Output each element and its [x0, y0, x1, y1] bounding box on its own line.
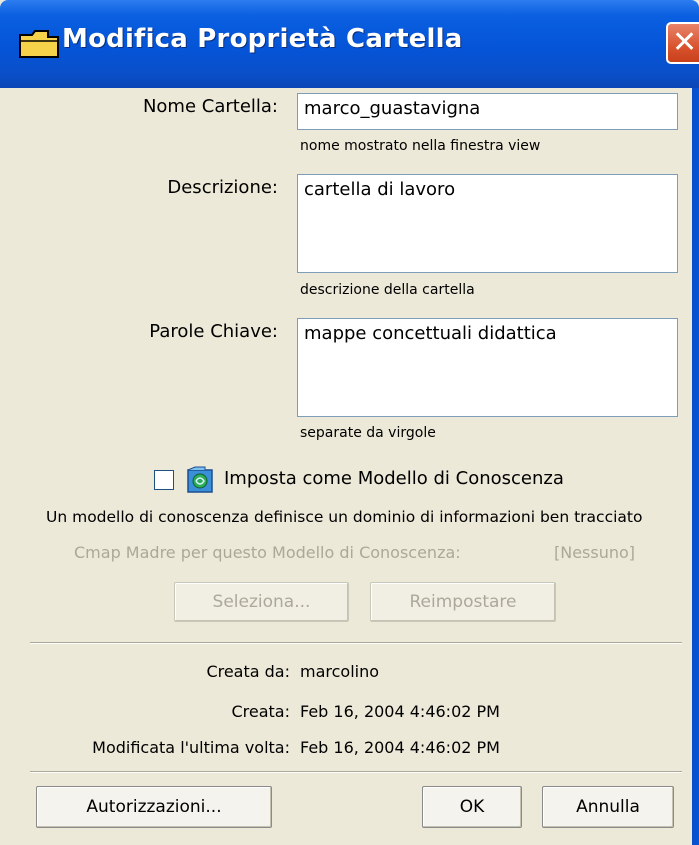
knowledge-model-checkbox[interactable]	[154, 470, 174, 490]
modified-label: Modificata l'ultima volta:	[92, 738, 290, 757]
folder-icon	[19, 30, 59, 58]
separator-bottom	[30, 771, 682, 773]
ok-button[interactable]: OK	[422, 786, 522, 828]
created-label: Creata:	[231, 702, 290, 721]
description-label: Descrizione:	[167, 177, 278, 198]
select-button[interactable]: Seleziona...	[174, 582, 349, 622]
knowledge-model-icon	[187, 466, 213, 493]
window-title: Modifica Proprietà Cartella	[62, 24, 463, 54]
name-hint: nome mostrato nella finestra view	[300, 138, 541, 154]
knowledge-model-description: Un modello di conoscenza definisce un do…	[46, 508, 643, 526]
parent-cmap-value: [Nessuno]	[554, 543, 636, 562]
description-hint: descrizione della cartella	[300, 282, 475, 298]
close-icon: ✕	[672, 25, 698, 60]
parent-cmap-label: Cmap Madre per questo Modello di Conosce…	[74, 543, 461, 562]
created-by-label: Creata da:	[206, 662, 290, 681]
name-label: Nome Cartella:	[142, 96, 278, 117]
separator-top	[30, 642, 682, 644]
folder-properties-dialog: Modifica Proprietà Cartella ✕ Nome Carte…	[0, 0, 699, 845]
name-input[interactable]: marco_guastavigna	[297, 93, 678, 130]
modified-value: Feb 16, 2004 4:46:02 PM	[300, 738, 500, 757]
created-value: Feb 16, 2004 4:46:02 PM	[300, 702, 500, 721]
reset-button[interactable]: Reimpostare	[370, 582, 556, 622]
keywords-textarea[interactable]: mappe concettuali didattica	[297, 318, 678, 417]
close-button[interactable]: ✕	[666, 22, 699, 64]
window-border	[692, 88, 699, 845]
title-bar[interactable]: Modifica Proprietà Cartella ✕	[0, 0, 699, 88]
description-textarea[interactable]: cartella di lavoro	[297, 174, 678, 273]
permissions-button[interactable]: Autorizzazioni...	[36, 786, 272, 828]
cancel-button[interactable]: Annulla	[542, 786, 674, 828]
knowledge-model-label[interactable]: Imposta come Modello di Conoscenza	[224, 468, 564, 489]
keywords-label: Parole Chiave:	[149, 321, 278, 342]
created-by-value: marcolino	[300, 662, 380, 681]
keywords-hint: separate da virgole	[300, 425, 436, 441]
